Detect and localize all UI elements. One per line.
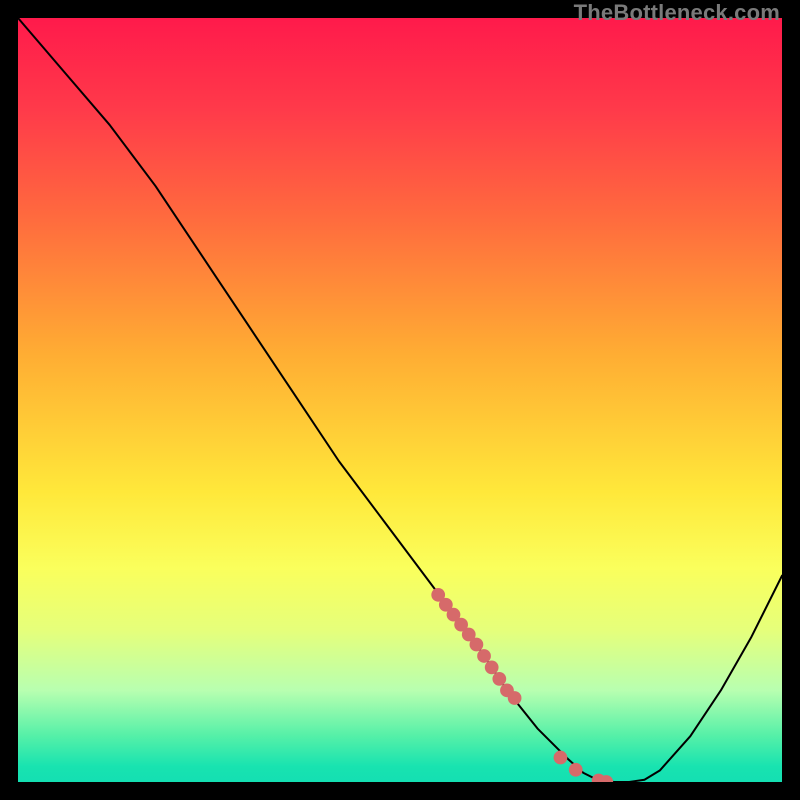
highlight-dot [477,649,491,663]
chart-frame: TheBottleneck.com [0,0,800,800]
highlight-dot [554,751,568,765]
watermark-text: TheBottleneck.com [574,0,780,26]
plot-area [18,18,782,782]
highlight-dot [485,661,499,675]
highlight-dot [492,672,506,686]
highlight-dots [18,18,782,782]
highlight-dot [508,691,522,705]
highlight-dot [470,638,484,652]
highlight-dot [569,763,583,777]
